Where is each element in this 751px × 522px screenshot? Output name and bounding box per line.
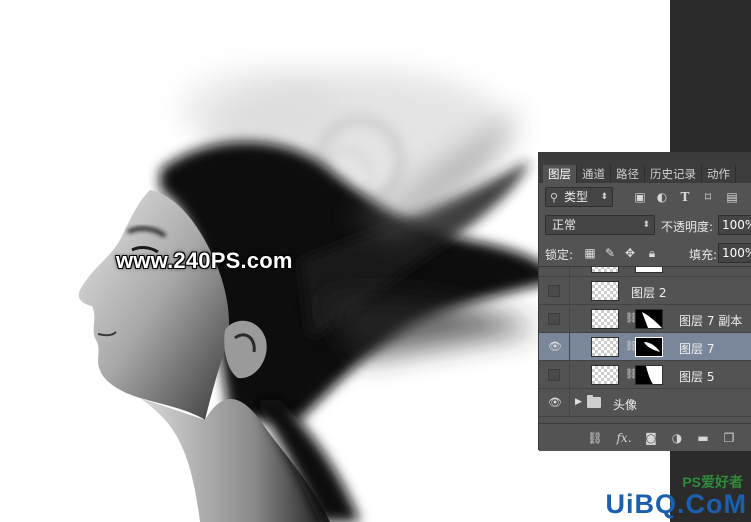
folder-icon <box>587 395 601 408</box>
divider <box>569 267 570 277</box>
lock-position-icon[interactable]: ✥ <box>623 246 637 260</box>
lock-row: 锁定: ▦ ✎ ✥ 🔒︎ 填充: 100% <box>539 241 751 265</box>
adjustment-filter-icon[interactable]: ◐ <box>655 190 669 204</box>
panel-tabs: 图层 通道 路径 历史记录 动作 <box>539 153 751 183</box>
type-filter-icon[interactable]: T <box>678 190 692 204</box>
layer-group-row[interactable]: 👁︎ ▶ 头像 <box>539 389 751 417</box>
smart-object-filter-icon[interactable]: ▤ <box>725 190 739 204</box>
divider <box>569 389 570 417</box>
layer-thumbnail <box>591 281 619 301</box>
lock-label: 锁定: <box>545 248 574 262</box>
layer-row[interactable]: 图层 2 <box>539 277 751 305</box>
blend-mode-value: 正常 <box>552 218 577 232</box>
adjustment-layer-icon[interactable]: ◑ <box>669 430 685 446</box>
link-icon: ⛓ <box>625 313 638 324</box>
expand-arrow-icon[interactable]: ▶ <box>575 397 582 407</box>
layer-name: 图层 7 <box>679 342 715 356</box>
filter-kind-select[interactable]: ⚲ 类型 ⬍ <box>545 187 613 207</box>
fx-icon[interactable]: fx. <box>613 430 635 446</box>
watermark-text: www.240PS.com <box>116 248 293 273</box>
tab-paths[interactable]: 路径 <box>611 165 645 183</box>
lock-all-icon[interactable]: 🔒︎ <box>645 246 659 260</box>
layer-filter-row: ⚲ 类型 ⬍ ▣ ◐ T ⌑ ▤ <box>539 185 751 209</box>
layer-row-selected[interactable]: 👁︎ ⛓ 图层 7 <box>539 333 751 361</box>
layer-name: 图层 5 <box>679 370 715 384</box>
tab-history[interactable]: 历史记录 <box>645 165 702 183</box>
layer-row[interactable]: ⛓ 图层 5 <box>539 361 751 389</box>
lock-transparent-icon[interactable]: ▦ <box>583 246 597 260</box>
link-icon: ⛓ <box>625 341 638 352</box>
layer-mask-thumbnail[interactable] <box>635 309 663 329</box>
layer-mask-thumbnail[interactable] <box>635 337 663 357</box>
opacity-input[interactable]: 100% <box>718 215 751 235</box>
search-icon: ⚲ <box>550 191 559 204</box>
layer-thumbnail <box>591 337 619 357</box>
layer-mask-thumbnail[interactable] <box>635 365 663 385</box>
visibility-toggle[interactable] <box>548 285 560 297</box>
add-mask-icon[interactable]: ◙ <box>643 430 659 446</box>
layer-list[interactable]: 图层 2 ⛓ 图层 7 副本 👁︎ ⛓ 图层 7 ⛓ 图层 5 👁︎ ▶ 头像 <box>539 266 751 421</box>
blend-mode-select[interactable]: 正常 ⬍ <box>545 215 655 235</box>
visibility-toggle[interactable] <box>548 313 560 325</box>
divider <box>569 361 570 389</box>
divider <box>569 277 570 305</box>
layer-name: 图层 7 副本 <box>679 314 743 328</box>
divider <box>569 333 570 361</box>
divider <box>569 305 570 333</box>
layers-bottom-bar: ⛓ fx. ◙ ◑ ▬ ❐ <box>539 423 751 451</box>
eye-icon[interactable]: 👁︎ <box>548 341 562 353</box>
new-group-icon[interactable]: ▬ <box>695 430 711 446</box>
layer-thumbnail <box>591 267 619 273</box>
filter-kind-label: 类型 <box>564 190 589 204</box>
layer-mask-thumbnail <box>635 267 663 273</box>
link-layers-icon[interactable]: ⛓ <box>587 430 603 446</box>
tab-actions[interactable]: 动作 <box>702 165 736 183</box>
image-filter-icon[interactable]: ▣ <box>633 190 647 204</box>
visibility-toggle[interactable] <box>548 369 560 381</box>
fill-label: 填充: <box>689 248 718 262</box>
layer-row-partial[interactable] <box>539 267 751 277</box>
layers-panel[interactable]: 图层 通道 路径 历史记录 动作 ⚲ 类型 ⬍ ▣ ◐ T ⌑ ▤ 正常 ⬍ 不… <box>538 152 751 451</box>
updown-arrow-icon: ⬍ <box>642 220 650 230</box>
eye-icon[interactable]: 👁︎ <box>548 397 562 409</box>
lock-pixels-icon[interactable]: ✎ <box>603 246 617 260</box>
blend-row: 正常 ⬍ 不透明度: 100% <box>539 213 751 237</box>
layer-name: 图层 2 <box>631 286 667 300</box>
layer-thumbnail <box>591 309 619 329</box>
link-icon: ⛓ <box>625 369 638 380</box>
tab-channels[interactable]: 通道 <box>577 165 611 183</box>
layer-group-name: 头像 <box>613 398 638 412</box>
brand-logo-text: UiBQ.CoM <box>605 489 747 519</box>
updown-arrow-icon: ⬍ <box>600 192 608 202</box>
fill-input[interactable]: 100% <box>718 243 751 263</box>
layer-thumbnail <box>591 365 619 385</box>
opacity-label: 不透明度: <box>661 220 714 234</box>
shape-filter-icon[interactable]: ⌑ <box>701 190 715 204</box>
tab-layers[interactable]: 图层 <box>543 165 577 183</box>
new-layer-icon[interactable]: ❐ <box>721 430 737 446</box>
layer-row[interactable]: ⛓ 图层 7 副本 <box>539 305 751 333</box>
